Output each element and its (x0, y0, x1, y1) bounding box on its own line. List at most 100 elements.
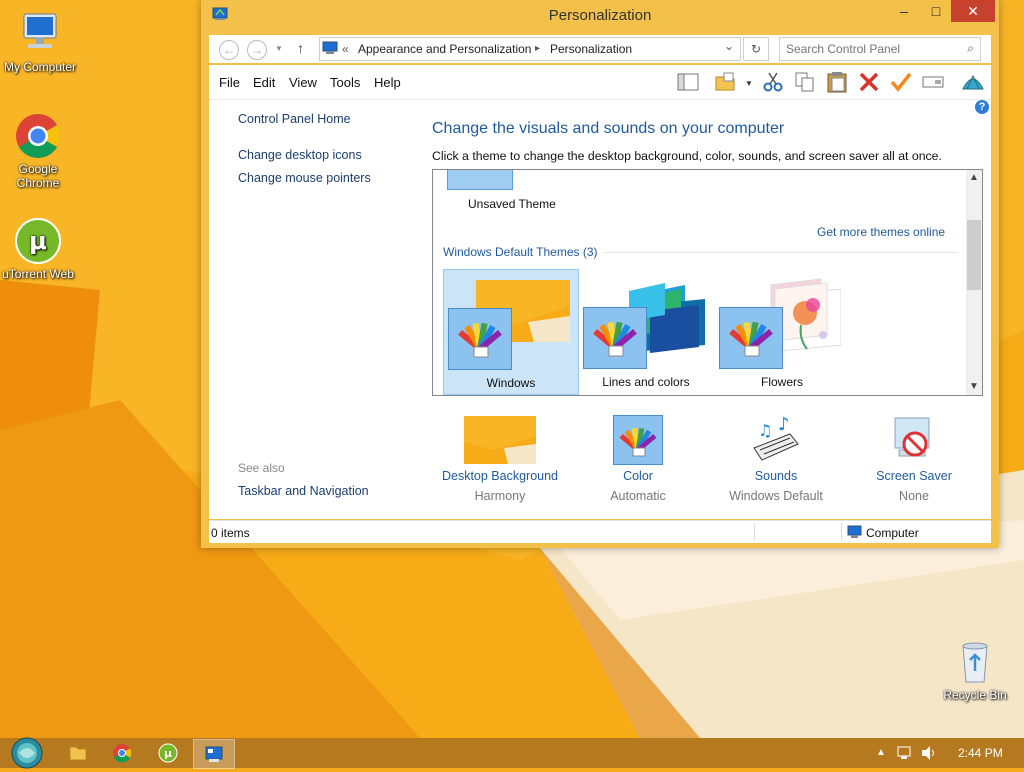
theme-flowers[interactable]: Flowers (715, 269, 849, 393)
svg-text:μ: μ (164, 747, 172, 760)
themes-list[interactable]: Unsaved Theme Get more themes online Win… (432, 169, 983, 396)
group-divider (603, 252, 958, 253)
chrome-icon (14, 112, 62, 160)
desktop-icon-label: Google Chrome (16, 162, 60, 190)
desktop-icon-google-chrome[interactable]: Google Chrome (0, 112, 78, 190)
scroll-down-icon[interactable]: ▼ (966, 379, 982, 395)
search-input[interactable] (784, 41, 958, 57)
color-palette-icon (613, 415, 663, 465)
page-description: Click a theme to change the desktop back… (432, 149, 942, 163)
breadcrumb-appearance[interactable]: Appearance and Personalization (358, 42, 531, 56)
sidebar-control-panel-home[interactable]: Control Panel Home (238, 112, 351, 126)
shell-icon[interactable] (961, 71, 985, 93)
desktop-icon-label: My Computer (3, 60, 77, 74)
copy-icon[interactable] (793, 71, 817, 93)
sounds-link[interactable]: Sounds (711, 469, 841, 483)
breadcrumb-personalization[interactable]: Personalization (550, 42, 632, 56)
theme-lines-and-colors[interactable]: Lines and colors (579, 269, 713, 393)
maximize-button[interactable]: □ (921, 0, 951, 22)
taskbar-google-chrome[interactable] (102, 739, 142, 767)
content-area: ? Control Panel Home Change desktop icon… (209, 100, 991, 519)
recent-locations-chevron-icon[interactable]: ▼ (275, 44, 283, 53)
see-also-heading: See also (238, 461, 285, 475)
sidebar-taskbar-and-navigation[interactable]: Taskbar and Navigation (238, 484, 369, 498)
unsaved-theme-label[interactable]: Unsaved Theme (468, 197, 556, 211)
refresh-button[interactable]: ↻ (743, 37, 769, 61)
desktop-background-link[interactable]: Desktop Background (435, 469, 565, 483)
taskbar-clock[interactable]: 2:44 PM (958, 746, 1003, 760)
status-divider (754, 523, 755, 541)
help-icon[interactable]: ? (975, 100, 989, 114)
taskbar: μ ▲ 2:44 PM (0, 737, 1024, 769)
color-value: Automatic (610, 489, 666, 503)
desktop-background-icon (464, 416, 536, 464)
menu-bar: File Edit View Tools Help ▼ (209, 65, 991, 100)
search-box: ⌕ (779, 37, 981, 61)
menu-edit[interactable]: Edit (253, 75, 275, 90)
network-icon[interactable] (896, 744, 914, 765)
status-location: Computer (866, 526, 919, 540)
color-palette-icon (719, 307, 783, 369)
desktop-icon-utorrent-web[interactable]: μ uTorrent Web (0, 217, 78, 281)
svg-text:μ: μ (29, 227, 47, 255)
start-button[interactable] (9, 737, 45, 769)
volume-icon[interactable] (920, 744, 938, 765)
menu-view[interactable]: View (289, 75, 317, 90)
search-icon[interactable]: ⌕ (967, 41, 974, 56)
themes-scrollbar[interactable]: ▲ ▼ (966, 170, 982, 395)
desktop-icon-label: Recycle Bin (943, 688, 1007, 702)
window-title: Personalization (548, 7, 652, 24)
theme-label: Windows (486, 376, 536, 390)
taskbar-control-panel[interactable] (193, 739, 235, 769)
close-button[interactable]: ✕ (951, 0, 995, 22)
theme-label: Flowers (760, 375, 803, 389)
forward-button[interactable]: → (247, 40, 267, 60)
menu-help[interactable]: Help (374, 75, 401, 90)
desktop-icon-my-computer[interactable]: My Computer (0, 10, 80, 74)
cut-icon[interactable] (761, 71, 785, 93)
back-button[interactable]: ← (219, 40, 239, 60)
scroll-thumb[interactable] (967, 220, 981, 290)
up-button[interactable]: ↑ (297, 40, 304, 56)
desktop-icon-recycle-bin[interactable]: Recycle Bin (935, 638, 1015, 702)
theme-group-title: Windows Default Themes (3) (443, 245, 598, 259)
screen-saver-value: None (899, 489, 929, 503)
menu-file[interactable]: File (219, 75, 240, 90)
breadcrumb-separator-icon[interactable]: ▸ (535, 43, 540, 54)
sidebar-change-desktop-icons[interactable]: Change desktop icons (238, 148, 362, 162)
control-panel-icon (322, 41, 338, 55)
personalization-window: Personalization – □ ✕ ← → ▼ ↑ « Appearan… (201, 0, 999, 548)
scroll-up-icon[interactable]: ▲ (966, 170, 982, 186)
show-hidden-icons[interactable]: ▲ (876, 747, 886, 758)
recycle-bin-icon (951, 638, 999, 686)
utorrent-icon: μ (14, 217, 62, 265)
menu-tools[interactable]: Tools (330, 75, 360, 90)
paste-icon[interactable] (825, 71, 849, 93)
address-bar: ← → ▼ ↑ « Appearance and Personalization… (209, 35, 991, 63)
computer-icon (16, 10, 64, 58)
breadcrumb-overflow[interactable]: « (342, 42, 349, 56)
address-box[interactable]: « Appearance and Personalization ▸ Perso… (319, 37, 741, 61)
layout-pane-icon[interactable] (676, 71, 700, 93)
theme-windows[interactable]: Windows (443, 269, 579, 395)
delete-icon[interactable] (857, 71, 881, 93)
get-more-themes-link[interactable]: Get more themes online (817, 225, 945, 239)
desktop-background-value: Harmony (474, 489, 526, 503)
status-item-count: 0 items (211, 526, 250, 540)
unsaved-theme-thumbnail[interactable] (447, 170, 513, 190)
address-dropdown-icon[interactable]: ⌄ (724, 39, 734, 53)
folder-dropdown-icon[interactable]: ▼ (745, 79, 753, 88)
folder-options-icon[interactable] (714, 71, 738, 93)
screen-saver-link[interactable]: Screen Saver (849, 469, 979, 483)
title-bar[interactable]: Personalization – □ ✕ (201, 0, 999, 30)
properties-check-icon[interactable] (889, 71, 913, 93)
taskbar-utorrent-web[interactable]: μ (148, 739, 188, 767)
svg-text:♪: ♪ (778, 414, 790, 435)
color-link[interactable]: Color (573, 469, 703, 483)
desktop-icon-label: uTorrent Web (2, 267, 74, 281)
minimize-button[interactable]: – (889, 0, 919, 22)
sidebar-change-mouse-pointers[interactable]: Change mouse pointers (238, 171, 371, 185)
taskbar-file-explorer[interactable] (58, 739, 98, 767)
rename-icon[interactable] (921, 71, 945, 93)
svg-text:♫: ♫ (758, 421, 772, 440)
